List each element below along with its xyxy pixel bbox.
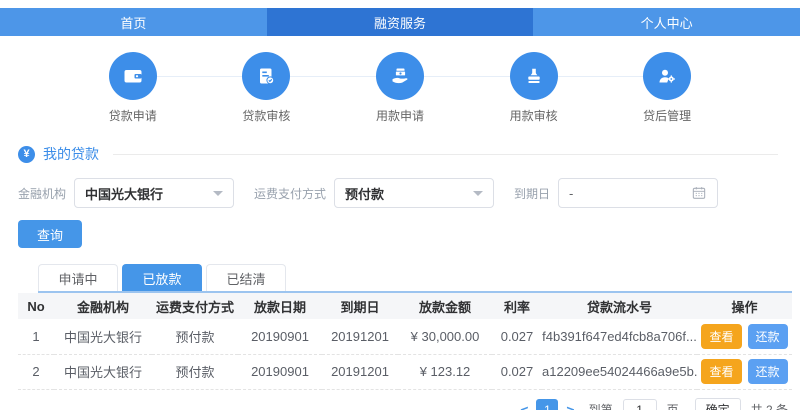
status-tabs: 申请中 已放款 已结清 [38,264,792,293]
step-post-loan-management[interactable]: 贷后管理 [600,52,734,124]
col-due-date: 到期日 [322,293,398,319]
col-institution: 金融机构 [54,293,152,319]
payment-method-value: 预付款 [345,184,473,203]
step-fund-use-review[interactable]: 用款审核 [467,52,601,124]
total-count-label: 共 2 条 [751,401,788,410]
payment-method-label: 运费支付方式 [254,185,326,202]
due-date-input[interactable]: - [558,178,718,208]
due-date-label: 到期日 [514,185,550,202]
cell-amount: ¥ 123.12 [398,354,492,389]
tab-loaned[interactable]: 已放款 [122,264,202,291]
query-button[interactable]: 查询 [18,220,82,248]
institution-value: 中国光大银行 [85,184,213,203]
repay-button[interactable]: 还款 [748,359,788,384]
cell-loan-date: 20190901 [238,319,322,354]
workflow-steps: 贷款申请 贷款审核 用款申请 [66,52,734,124]
next-page-icon[interactable]: > [558,402,582,410]
col-payment-method: 运费支付方式 [152,293,238,319]
confirm-button[interactable]: 确定 [695,398,741,410]
step-label: 用款审核 [510,107,558,124]
view-button[interactable]: 查看 [701,359,741,384]
goto-suffix-label: 页 [667,401,679,410]
pagination: < 1 > 到第 页 确定 共 2 条 [0,398,788,410]
nav-tab-personal-center[interactable]: 个人中心 [533,8,800,36]
repay-button[interactable]: 还款 [748,324,788,349]
col-loan-date: 放款日期 [238,293,322,319]
nav-tab-financing[interactable]: 融资服务 [267,8,534,36]
step-label: 贷款审核 [242,107,290,124]
person-gear-icon [643,52,691,100]
table-header-row: No 金融机构 运费支付方式 放款日期 到期日 放款金额 利率 贷款流水号 操作 [18,293,792,319]
chevron-down-icon [213,191,223,196]
cell-no: 1 [18,319,54,354]
payment-method-select[interactable]: 预付款 [334,178,494,208]
step-loan-review[interactable]: 贷款审核 [200,52,334,124]
col-rate: 利率 [492,293,542,319]
page-number-button[interactable]: 1 [536,399,558,410]
table-row: 2 中国光大银行 预付款 20190901 20191201 ¥ 123.12 … [18,354,792,389]
table-row: 1 中国光大银行 预付款 20190901 20191201 ¥ 30,000.… [18,319,792,354]
cell-payment: 预付款 [152,319,238,354]
filter-bar: 金融机构 中国光大银行 运费支付方式 预付款 到期日 - [18,178,800,208]
step-label: 用款申请 [376,107,424,124]
chevron-down-icon [473,191,483,196]
cell-loan-date: 20190901 [238,354,322,389]
step-label: 贷后管理 [643,107,691,124]
tab-applying[interactable]: 申请中 [38,264,118,291]
col-serial: 贷款流水号 [542,293,697,319]
stamp-icon [510,52,558,100]
calendar-icon[interactable] [691,185,707,201]
cell-due-date: 20191201 [322,319,398,354]
loans-table: No 金融机构 运费支付方式 放款日期 到期日 放款金额 利率 贷款流水号 操作… [18,293,792,390]
prev-page-icon[interactable]: < [512,402,536,410]
cell-payment: 预付款 [152,354,238,389]
tab-settled[interactable]: 已结清 [206,264,286,291]
goto-prefix-label: 到第 [589,401,613,410]
step-loan-application[interactable]: 贷款申请 [66,52,200,124]
goto-page-input[interactable] [623,399,657,410]
divider [113,154,778,155]
cell-amount: ¥ 30,000.00 [398,319,492,354]
document-check-icon [242,52,290,100]
cell-serial: f4b391f647ed4fcb8a706f... [542,319,697,354]
step-fund-use-application[interactable]: 用款申请 [333,52,467,124]
step-label: 贷款申请 [109,107,157,124]
col-no: No [18,293,54,319]
cell-actions: 查看还款 [697,319,792,354]
top-navigation: 首页 融资服务 个人中心 [0,8,800,36]
cell-rate: 0.027 [492,319,542,354]
yuan-circle-icon: ¥ [18,146,35,163]
page-title: 我的贷款 [43,144,99,164]
cell-rate: 0.027 [492,354,542,389]
institution-label: 金融机构 [18,185,66,202]
view-button[interactable]: 查看 [701,324,741,349]
cell-due-date: 20191201 [322,354,398,389]
cell-institution: 中国光大银行 [54,319,152,354]
cell-actions: 查看还款 [697,354,792,389]
wallet-icon [109,52,157,100]
institution-select[interactable]: 中国光大银行 [74,178,234,208]
nav-tab-home[interactable]: 首页 [0,8,267,36]
cell-serial: a12209ee54024466a9e5b... [542,354,697,389]
due-date-value: - [569,186,691,201]
section-header: ¥ 我的贷款 [18,144,782,164]
cell-no: 2 [18,354,54,389]
hand-money-icon [376,52,424,100]
col-actions: 操作 [697,293,792,319]
col-amount: 放款金额 [398,293,492,319]
cell-institution: 中国光大银行 [54,354,152,389]
